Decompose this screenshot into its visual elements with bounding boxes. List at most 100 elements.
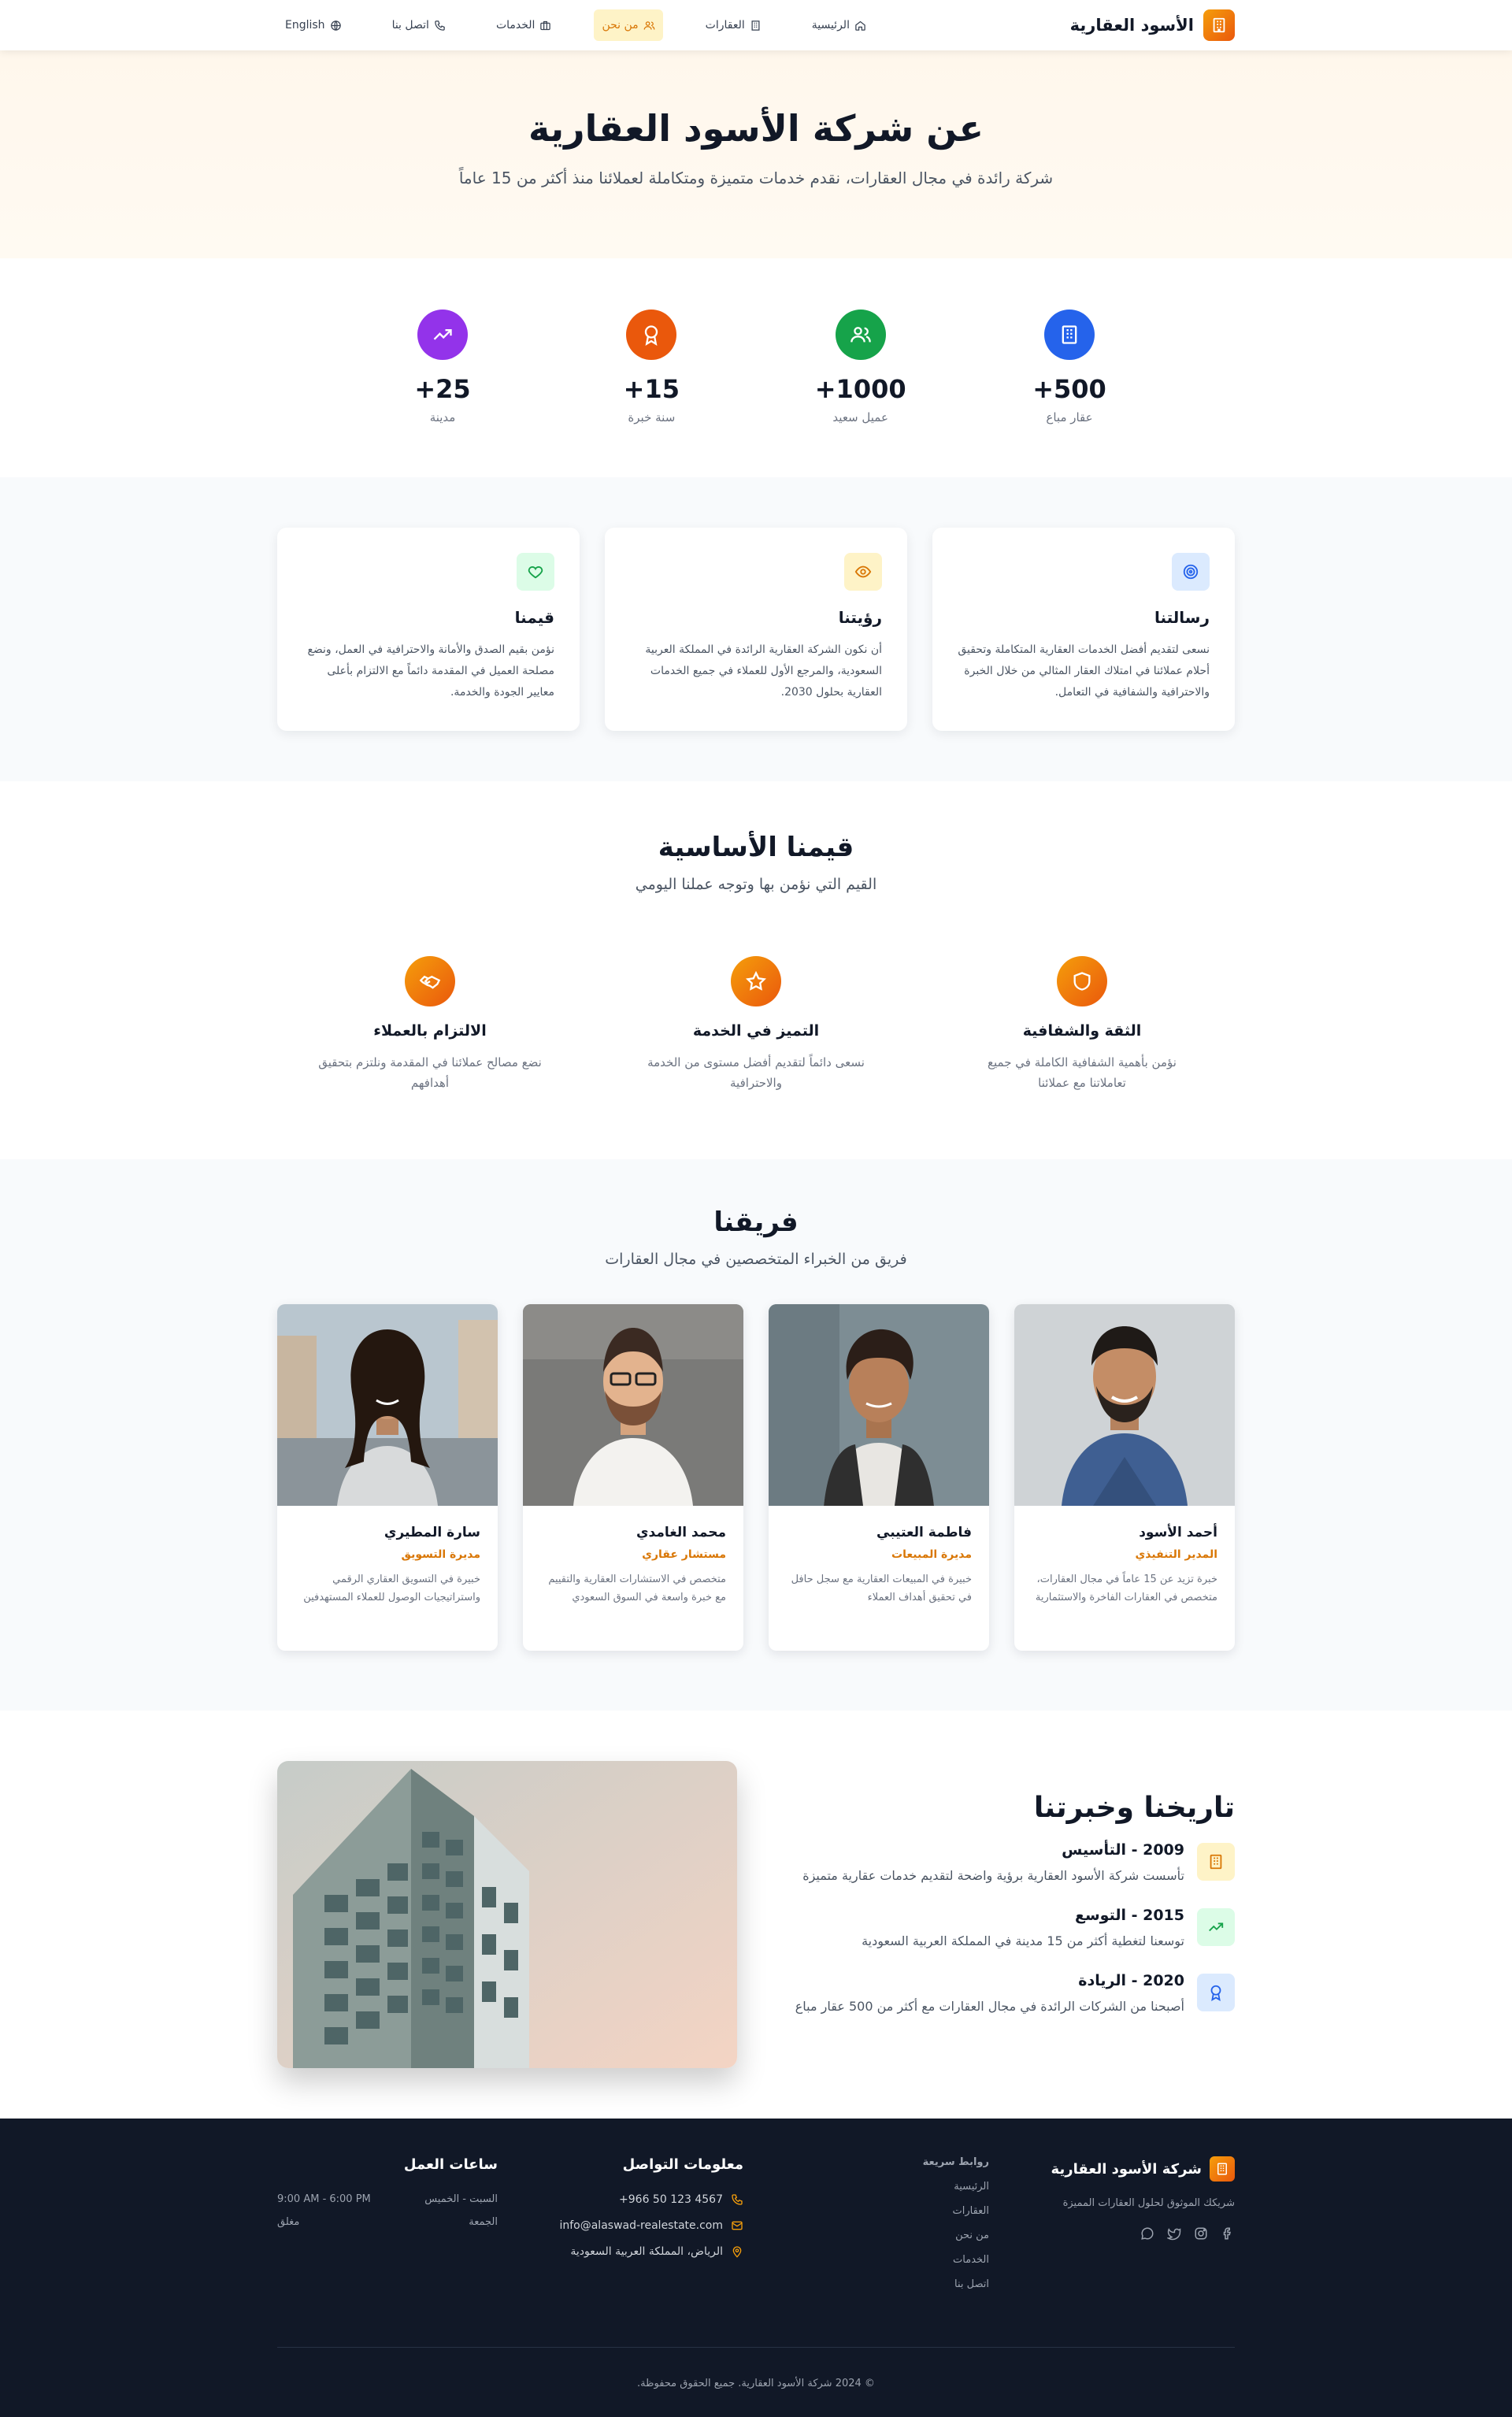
card-title: رؤيتنا (838, 608, 882, 627)
brand-name: الأسود العقارية (1069, 16, 1194, 35)
instagram-icon[interactable] (1194, 2226, 1208, 2241)
timeline-item: 2009 - التأسيس تأسست شركة الأسود العقاري… (794, 1841, 1235, 1883)
hours-row: الجمعة مغلق (277, 2216, 498, 2228)
stat-value: +500 (1032, 374, 1106, 404)
nav-item-home[interactable]: الرئيسية (804, 9, 874, 41)
timeline-text: تأسست شركة الأسود العقارية برؤية واضحة ل… (802, 1868, 1184, 1883)
team-member-photo (277, 1304, 498, 1506)
card-text: أن نكون الشركة العقارية الرائدة في الممل… (645, 643, 882, 699)
building-logo-icon (1210, 2156, 1235, 2182)
nav-item-services[interactable]: الخدمات (488, 9, 560, 41)
main-nav: الرئيسية العقارات من نحن الخدمات اتصل بن… (277, 9, 874, 41)
value-text: نسعى دائماً لتقديم أفضل مستوى من الخدمة … (647, 1055, 865, 1090)
building-logo-icon (1203, 9, 1235, 41)
section-title: تاريخنا وخبرتنا (1033, 1792, 1235, 1824)
team-member-name: فاطمة العتيبي (876, 1525, 972, 1540)
chat-icon[interactable] (1140, 2226, 1154, 2241)
team-member-role: مديرة التسويق (401, 1548, 480, 1561)
timeline-item: 2020 - الريادة أصبحنا من الشركات الرائدة… (794, 1972, 1235, 2014)
contact-phone[interactable]: +966 50 123 4567 (523, 2193, 743, 2206)
value-title: التميز في الخدمة (692, 1022, 820, 1040)
team-section: فريقنا فريق من الخبراء المتخصصين في مجال… (0, 1159, 1512, 1711)
team-member-role: المدير التنفيذي (1135, 1548, 1217, 1561)
core-values-section: قيمنا الأساسية القيم التي نؤمن بها وتوجه… (0, 781, 1512, 1159)
team-member-card: أحمد الأسود المدير التنفيذي خبرة تزيد عن… (1014, 1304, 1235, 1651)
heart-icon (517, 553, 554, 591)
team-member-name: أحمد الأسود (1139, 1525, 1217, 1540)
timeline-year: 2020 - الريادة (1078, 1972, 1184, 1989)
nav-item-label: الخدمات (495, 19, 536, 32)
shield-icon (1057, 956, 1107, 1006)
team-member-bio: خبرة تزيد عن 15 عاماً في مجال العقارات، … (1035, 1574, 1217, 1603)
timeline-item: 2015 - التوسع توسعنا لتغطية أكثر من 15 م… (794, 1907, 1235, 1948)
nav-item-about[interactable]: من نحن (594, 9, 663, 41)
contact-phone-text: +966 50 123 4567 (619, 2193, 723, 2206)
nav-item-contact[interactable]: اتصل بنا (384, 9, 454, 41)
brand-logo-link[interactable]: الأسود العقارية (1070, 9, 1235, 41)
hours-day: الجمعة (469, 2216, 498, 2228)
stat-value: +1000 (814, 374, 906, 404)
footer-link-services[interactable]: الخدمات (769, 2254, 989, 2266)
building-icon (751, 20, 760, 31)
mail-icon (732, 2221, 743, 2230)
trending-up-icon (1197, 1908, 1235, 1946)
team-member-photo (769, 1304, 989, 1506)
target-icon (1172, 553, 1210, 591)
briefcase-icon (540, 20, 551, 30)
footer-link-properties[interactable]: العقارات (769, 2205, 989, 2217)
language-label: English (285, 19, 325, 32)
value-title: الالتزام بالعملاء (373, 1022, 487, 1040)
building-photo (277, 1761, 737, 2068)
footer-heading: روابط سريعة (922, 2156, 989, 2168)
nav-item-label: من نحن (602, 19, 639, 32)
hours-row: السبت - الخميس 9:00 AM - 6:00 PM (277, 2193, 498, 2205)
footer-brand-name: شركة الأسود العقارية (1051, 2160, 1202, 2178)
value-text: نؤمن بأهمية الشفافية الكاملة في جميع تعا… (988, 1055, 1177, 1090)
footer-link-about[interactable]: من نحن (769, 2230, 989, 2241)
stat-label: مدينة (429, 410, 456, 424)
footer-contact-column: معلومات التواصل +966 50 123 4567 info@al… (523, 2156, 743, 2322)
team-member-role: مستشار عقاري (642, 1548, 726, 1561)
footer-link-home[interactable]: الرئيسية (769, 2181, 989, 2193)
card-text: نؤمن بقيم الصدق والأمانة والاحترافية في … (307, 643, 554, 699)
value-item: التميز في الخدمة نسعى دائماً لتقديم أفضل… (622, 956, 890, 1093)
footer-heading: ساعات العمل (403, 2156, 498, 2173)
facebook-icon[interactable] (1221, 2226, 1235, 2241)
hours-day: السبت - الخميس (424, 2193, 498, 2205)
team-member-card: فاطمة العتيبي مديرة المبيعات خبيرة في ال… (769, 1304, 989, 1651)
stat-cities: +25 مدينة (340, 310, 545, 424)
team-member-bio: خبيرة في المبيعات العقارية مع سجل حافل ف… (791, 1574, 972, 1603)
footer-heading: معلومات التواصل (622, 2156, 743, 2173)
vision-card: رؤيتنا أن نكون الشركة العقارية الرائدة ف… (605, 528, 907, 731)
phone-icon (435, 20, 445, 31)
contact-email[interactable]: info@alaswad-realestate.com (523, 2219, 743, 2232)
footer-brand-column: شركة الأسود العقارية شريكك الموثوق لحلول… (1014, 2156, 1235, 2322)
nav-item-label: الرئيسية (811, 19, 850, 32)
team-member-card: سارة المطيري مديرة التسويق خبيرة في التس… (277, 1304, 498, 1651)
stat-label: عميل سعيد (832, 410, 888, 424)
section-subtitle: فريق من الخبراء المتخصصين في مجال العقار… (605, 1251, 907, 1268)
map-pin-icon (732, 2246, 742, 2258)
timeline-text: توسعنا لتغطية أكثر من 15 مدينة في المملك… (862, 1933, 1184, 1948)
nav-item-properties[interactable]: العقارات (698, 9, 769, 41)
users-icon (835, 310, 886, 360)
value-item: الثقة والشفافية نؤمن بأهمية الشفافية الك… (948, 956, 1216, 1093)
globe-icon (330, 20, 341, 31)
team-member-bio: خبيرة في التسويق العقاري الرقمي واستراتي… (303, 1574, 480, 1603)
history-timeline: تاريخنا وخبرتنا 2009 - التأسيس تأسست شرك… (794, 1792, 1235, 2037)
stat-happy-clients: +1000 عميل سعيد (758, 310, 963, 424)
twitter-icon[interactable] (1167, 2226, 1181, 2241)
hours-time: 9:00 AM - 6:00 PM (277, 2193, 371, 2205)
language-switch[interactable]: English (277, 9, 350, 41)
phone-icon (732, 2194, 743, 2205)
footer-link-contact[interactable]: اتصل بنا (769, 2278, 989, 2290)
team-member-name: محمد الغامدي (636, 1525, 726, 1540)
mission-card: رسالتنا نسعى لتقديم أفضل الخدمات العقاري… (932, 528, 1235, 731)
card-title: قيمنا (514, 608, 554, 627)
section-title: قيمنا الأساسية (658, 832, 854, 863)
section-subtitle: القيم التي نؤمن بها وتوجه عملنا اليومي (635, 876, 877, 893)
eye-icon (844, 553, 882, 591)
footer-tagline: شريكك الموثوق لحلول العقارات المميزة (1062, 2197, 1235, 2209)
nav-item-label: العقارات (705, 19, 745, 32)
building-icon (1197, 1843, 1235, 1881)
